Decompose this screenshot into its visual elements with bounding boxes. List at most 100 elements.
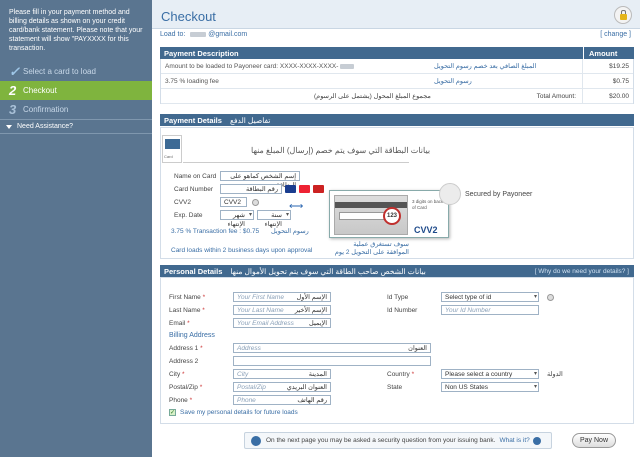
id-type-select[interactable]: Select type of id (441, 292, 539, 302)
last-name-ar: الإسم الأخير (294, 307, 327, 314)
exp-date-row: Exp. Date شهر الإنتهاء سنة الإنتهاء (174, 210, 291, 228)
email-placeholder: Your Email Address (237, 320, 294, 327)
country-label: Country * (387, 370, 415, 378)
id-type-label: Id Type (387, 293, 409, 301)
sidebar-note: Please fill in your payment method and b… (9, 9, 143, 52)
cvv-help-icon[interactable] (252, 198, 259, 206)
secured-badge: Secured by Payoneer (439, 183, 532, 205)
phone-input[interactable]: Phone رقم الهاتف (233, 395, 331, 405)
postal-input[interactable]: Postal/Zip العنوان البريدي (233, 382, 331, 392)
step-number: 3 (9, 102, 17, 117)
phone-row: Phone * Phone رقم الهاتف (169, 395, 331, 405)
save-details-checkbox[interactable]: ✓ (169, 409, 176, 416)
city-input[interactable]: City المدينة (233, 369, 331, 379)
state-label: State (387, 383, 403, 391)
secured-text: Secured by Payoneer (465, 190, 533, 198)
email-input[interactable]: Your Email Address الإيميل (233, 318, 331, 328)
email-ar: الإيميل (309, 320, 327, 327)
last-name-input[interactable]: Your Last Name الإسم الأخير (233, 305, 331, 315)
change-link[interactable]: [ change ] (600, 31, 631, 38)
credit-card-tab[interactable]: Card (162, 135, 182, 163)
step-select-card[interactable]: ✓ Select a card to load (0, 62, 152, 81)
address1-placeholder: Address (237, 345, 261, 352)
table-row-total: مجموع المبلغ المحول (يشتمل على الرسوم) T… (161, 88, 633, 104)
fee-ar: رسوم التحويل (270, 228, 309, 235)
visa-icon (285, 185, 296, 193)
card-brand-icon (313, 185, 324, 193)
payment-details-panel: Card بيانات البطاقة التي سوف يتم خصم (إر… (160, 127, 634, 259)
sidebar: Please fill in your payment method and b… (0, 0, 152, 457)
details-head: Payment Details (164, 115, 222, 125)
billing-address-heading: Billing Address (169, 332, 215, 339)
first-name-label: First Name * (169, 293, 206, 301)
assist-label: Need Assistance? (17, 123, 74, 130)
exp-month-select[interactable]: شهر الإنتهاء (220, 210, 254, 228)
step-label: Confirmation (23, 105, 69, 114)
personal-head: Personal Details (164, 266, 223, 276)
card-section-title: بيانات البطاقة التي سوف يتم خصم (إرسال) … (251, 146, 431, 155)
info-icon (251, 435, 261, 446)
cvv-row: CVV2 CVV2 (174, 197, 259, 207)
postal-placeholder: Postal/Zip (237, 384, 266, 391)
credit-card-icon (165, 139, 180, 149)
load-email: @gmail.com (208, 31, 248, 38)
secure-seal-icon (439, 183, 461, 205)
last-name-label: Last Name * (169, 306, 205, 314)
save-details-row: ✓ Save my personal details for future lo… (169, 409, 298, 416)
loads-ar-1: سوف تستغرق عملية (353, 241, 409, 248)
state-row: State Non US States (387, 382, 539, 392)
transaction-fee: 3.75 % Transaction fee : $0.75 رسوم التح… (171, 227, 309, 235)
pay-now-button[interactable]: Pay Now (572, 433, 616, 448)
first-name-placeholder: Your First Name (237, 294, 284, 301)
page-title: Checkout (161, 9, 216, 24)
first-name-row: First Name * Your First Name الإسم الأول (169, 292, 331, 302)
cvv-input[interactable]: CVV2 (220, 197, 247, 207)
amount-head: Amount (583, 47, 634, 59)
total-label: Total Amount: (536, 92, 576, 100)
state-select[interactable]: Non US States (441, 382, 539, 392)
name-on-card-input[interactable]: إسم الشخص كماهو على البطاقة (220, 171, 300, 189)
address2-input[interactable] (233, 356, 431, 366)
payment-details-header: Payment Details تفاصيل الدفع (160, 114, 634, 126)
phone-label: Phone * (169, 396, 193, 404)
loads-ar-2: الموافقة على التحويل 2 يوم (334, 249, 409, 256)
name-label: Name on Card (174, 172, 217, 180)
step-number: 2 (9, 83, 17, 98)
load-label: Load to: (160, 31, 186, 38)
payment-table: Amount to be loaded to Payoneer card: XX… (160, 58, 634, 104)
total-ar: مجموع المبلغ المحول (يشتمل على الرسوم) (314, 93, 431, 100)
country-select[interactable]: Please select a country (441, 369, 539, 379)
loads-note: Card loads within 2 business days upon a… (171, 247, 313, 254)
need-assistance-toggle[interactable]: Need Assistance? (0, 119, 152, 134)
masked-card (340, 63, 355, 69)
id-number-row: Id Number Your Id Number (387, 305, 539, 315)
step-confirmation: 3 Confirmation (0, 100, 152, 119)
loads-note-ar: سوف تستغرق عملية الموافقة على التحويل 2 … (329, 241, 409, 257)
arrow-lr-icon: ⟷ (289, 201, 304, 212)
id-number-input[interactable]: Your Id Number (441, 305, 539, 315)
table-row: Amount to be loaded to Payoneer card: XX… (161, 58, 633, 74)
what-is-it-link[interactable]: What is it? (499, 437, 529, 444)
id-help-icon[interactable] (547, 293, 554, 301)
exp-year-select[interactable]: سنة الإنتهاء (257, 210, 291, 228)
address1-ar: العنوان (408, 345, 427, 352)
load-to-row: Load to: @gmail.com [ change ] (160, 31, 634, 43)
save-details-label: Save my personal details for future load… (180, 409, 298, 416)
id-number-label: Id Number (387, 306, 418, 314)
security-notice: On the next page you may be asked a secu… (244, 432, 552, 449)
step-checkout: 2 Checkout (0, 81, 152, 100)
email-label: Email * (169, 319, 190, 327)
country-row: Country * Please select a country الدولة (387, 369, 563, 379)
address1-row: Address 1 * Address العنوان (169, 343, 431, 353)
id-type-row: Id Type Select type of id (387, 292, 554, 302)
card-number-input[interactable]: رقم البطاقة (220, 184, 282, 194)
why-details-link[interactable]: [ Why do we need your details? ] (535, 268, 629, 275)
step-check-icon: ✓ (9, 63, 20, 79)
fee-text: 3.75 % Transaction fee : $0.75 (171, 228, 260, 235)
chevron-down-icon (6, 124, 12, 129)
first-name-input[interactable]: Your First Name الإسم الأول (233, 292, 331, 302)
row-ar: المبلغ الصافي بعد خصم رسوم التحويل (434, 63, 537, 70)
country-ar: الدولة (547, 371, 563, 378)
address1-input[interactable]: Address العنوان (233, 343, 431, 353)
mastercard-icon (299, 185, 310, 193)
